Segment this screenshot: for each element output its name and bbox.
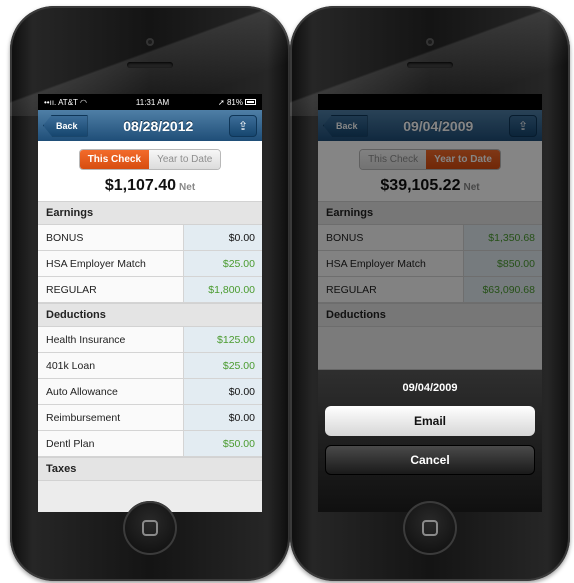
net-pay: $1,107.40 Net xyxy=(38,177,262,195)
home-icon xyxy=(142,520,158,536)
speaker-grille xyxy=(407,62,453,68)
row-label: HSA Employer Match xyxy=(46,257,146,270)
camera-icon xyxy=(146,38,154,46)
screen-right: Back 09/04/2009 ⇪ This Check Year to Dat… xyxy=(318,94,542,512)
home-button[interactable] xyxy=(403,501,457,555)
camera-icon xyxy=(426,38,434,46)
tab-year-to-date[interactable]: Year to Date xyxy=(149,150,221,169)
row-value: $0.00 xyxy=(183,405,262,430)
row-value: $25.00 xyxy=(183,353,262,378)
row-label: Dentl Plan xyxy=(46,437,95,450)
section-taxes: Taxes xyxy=(38,457,262,481)
row-label: Health Insurance xyxy=(46,333,126,346)
nav-bar: Back 08/28/2012 ⇪ xyxy=(38,110,262,141)
home-button[interactable] xyxy=(123,501,177,555)
row-value: $25.00 xyxy=(183,251,262,276)
table-row[interactable]: Dentl Plan $50.00 xyxy=(38,431,262,457)
net-amount: $1,107.40 xyxy=(104,177,177,194)
table-row[interactable]: Health Insurance $125.00 xyxy=(38,327,262,353)
share-icon: ⇪ xyxy=(237,118,249,133)
row-label: Reimbursement xyxy=(46,411,121,424)
battery-icon xyxy=(244,99,256,106)
wifi-icon: ◠ xyxy=(80,97,87,107)
period-segmented-control: This Check Year to Date xyxy=(78,149,222,170)
table-row[interactable]: HSA Employer Match $25.00 xyxy=(38,251,262,277)
status-time: 11:31 AM xyxy=(135,97,170,107)
tab-this-check[interactable]: This Check xyxy=(79,150,150,169)
phone-left: ••ıı. AT&T ◠ 11:31 AM ➚ 81% Back 08/28/2… xyxy=(10,6,290,581)
action-sheet-title: 09/04/2009 xyxy=(402,382,458,394)
row-value: $1,800.00 xyxy=(183,277,262,302)
summary-header: This Check Year to Date $1,107.40 Net xyxy=(38,141,262,201)
share-button[interactable]: ⇪ xyxy=(229,114,257,137)
speaker-grille xyxy=(127,62,173,68)
row-label: 401k Loan xyxy=(46,359,96,372)
back-button[interactable]: Back xyxy=(43,114,88,137)
table-row[interactable]: 401k Loan $25.00 xyxy=(38,353,262,379)
action-sheet: 09/04/2009 Email Cancel xyxy=(318,369,542,512)
cancel-button[interactable]: Cancel xyxy=(325,445,535,475)
phone-right: Back 09/04/2009 ⇪ This Check Year to Dat… xyxy=(290,6,570,581)
carrier-label: ••ıı. AT&T ◠ xyxy=(44,97,87,107)
net-label: Net xyxy=(179,182,196,193)
table-row[interactable]: BONUS $0.00 xyxy=(38,225,262,251)
table-row[interactable]: Reimbursement $0.00 xyxy=(38,405,262,431)
home-icon xyxy=(422,520,438,536)
row-label: BONUS xyxy=(46,231,84,244)
section-deductions: Deductions xyxy=(38,303,262,327)
table-row[interactable]: Auto Allowance $0.00 xyxy=(38,379,262,405)
location-icon: ➚ xyxy=(218,97,225,107)
section-earnings: Earnings xyxy=(38,201,262,225)
email-button[interactable]: Email xyxy=(325,406,535,436)
row-label: Auto Allowance xyxy=(46,385,118,398)
row-value: $125.00 xyxy=(183,327,262,352)
battery-status: ➚ 81% xyxy=(218,98,256,107)
row-value: $0.00 xyxy=(183,379,262,404)
status-bar: ••ıı. AT&T ◠ 11:31 AM ➚ 81% xyxy=(38,94,262,110)
row-label: REGULAR xyxy=(46,283,97,296)
table-row[interactable]: REGULAR $1,800.00 xyxy=(38,277,262,303)
screen-left: ••ıı. AT&T ◠ 11:31 AM ➚ 81% Back 08/28/2… xyxy=(38,94,262,512)
page-title: 08/28/2012 xyxy=(123,117,194,134)
row-value: $50.00 xyxy=(183,431,262,456)
row-value: $0.00 xyxy=(183,225,262,250)
